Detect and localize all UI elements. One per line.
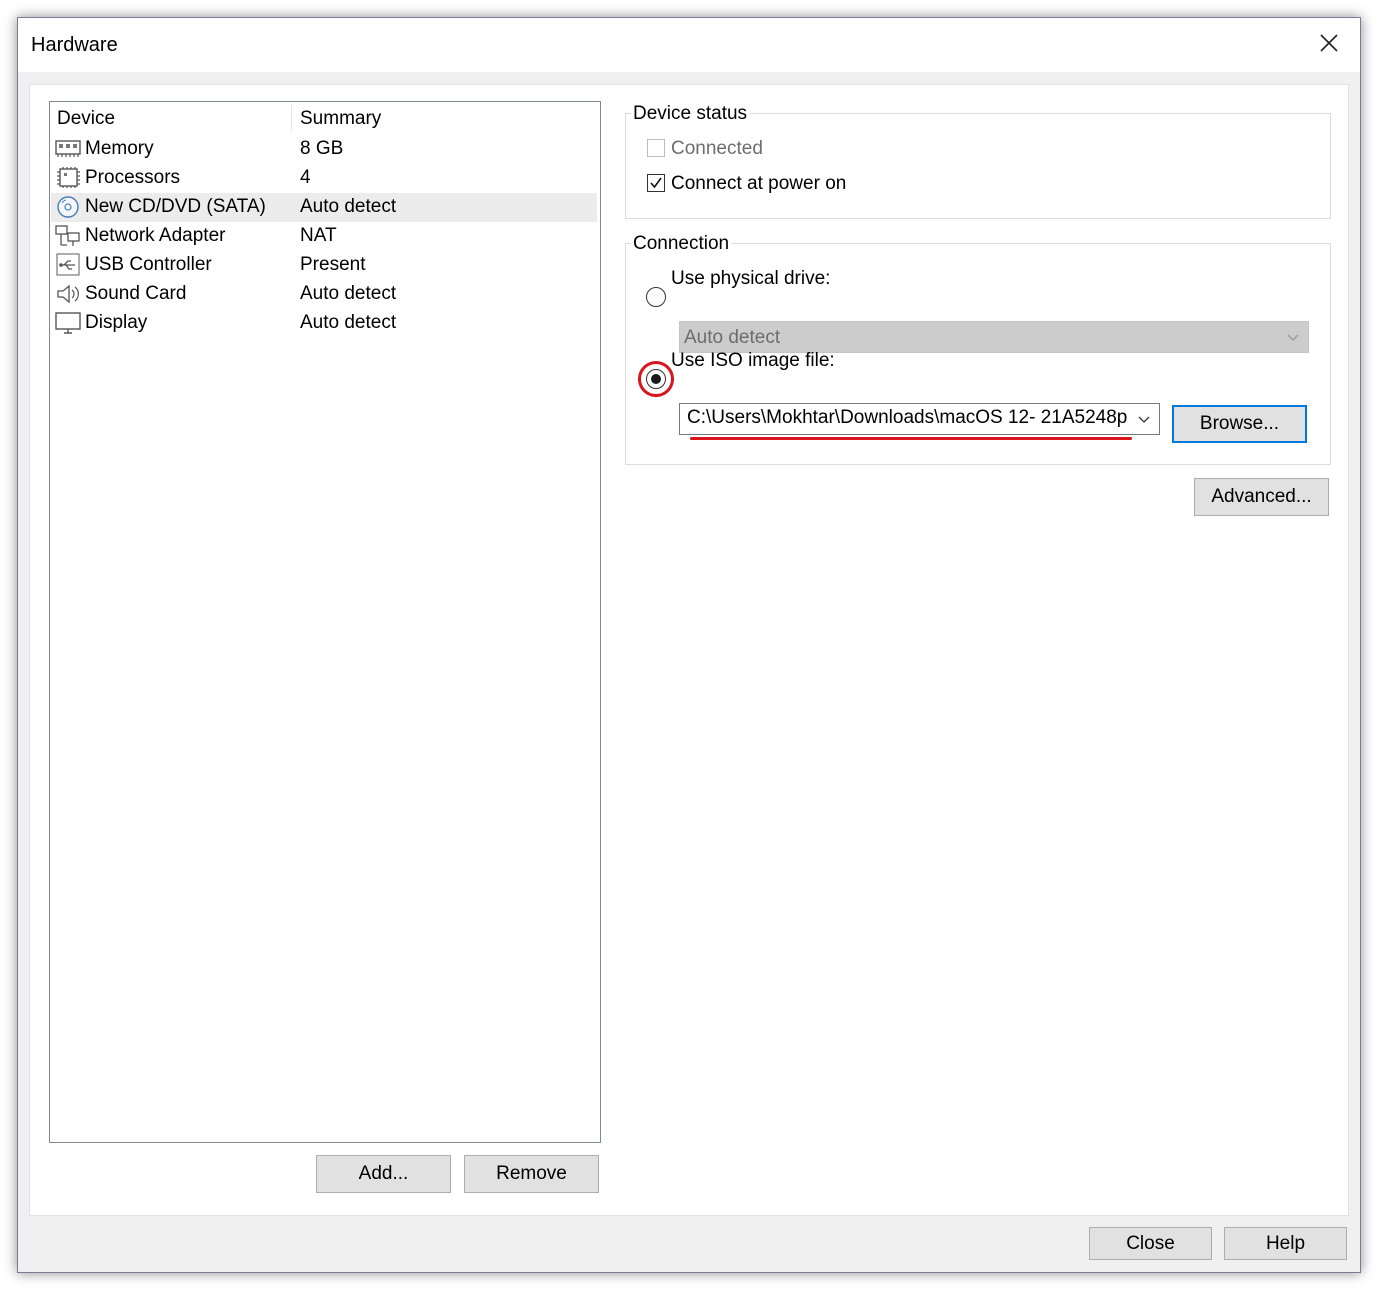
iso-path-value: C:\Users\Mokhtar\Downloads\macOS 12- 21A… — [687, 407, 1127, 428]
device-name: Processors — [85, 167, 181, 188]
device-name: New CD/DVD (SATA) — [85, 196, 266, 217]
help-button[interactable]: Help — [1224, 1227, 1347, 1260]
device-summary: 8 GB — [300, 138, 344, 159]
use-physical-drive-radio[interactable] — [646, 287, 666, 307]
device-row-sound-card[interactable]: Sound Card Auto detect — [51, 280, 597, 309]
device-list[interactable]: Device Summary Memory 8 GB Processors 4 — [49, 101, 601, 1143]
annotation-underline — [690, 437, 1132, 440]
network-adapter-icon — [55, 224, 81, 248]
cd-dvd-icon — [55, 195, 81, 219]
use-iso-image-label: Use ISO image file: — [671, 350, 835, 371]
device-summary: Auto detect — [300, 196, 397, 217]
device-summary: Present — [300, 254, 366, 275]
speaker-icon — [55, 282, 81, 306]
chevron-down-icon — [1287, 334, 1299, 341]
connected-checkbox[interactable] — [647, 139, 665, 157]
device-status-label: Device status — [631, 103, 750, 125]
close-icon[interactable] — [1316, 30, 1342, 56]
memory-icon — [55, 137, 81, 161]
device-summary: NAT — [300, 225, 337, 246]
device-status-group — [625, 113, 1331, 219]
column-separator[interactable] — [291, 105, 292, 131]
column-header-device[interactable]: Device — [57, 108, 115, 130]
use-physical-drive-label: Use physical drive: — [671, 268, 831, 289]
chevron-down-icon[interactable] — [1137, 415, 1151, 425]
connection-label: Connection — [631, 233, 732, 255]
device-row-cd-dvd[interactable]: New CD/DVD (SATA) Auto detect — [51, 193, 597, 222]
device-summary: Auto detect — [300, 312, 397, 333]
device-list-header: Device Summary — [50, 102, 600, 136]
device-name: Display — [85, 312, 148, 333]
device-name: Network Adapter — [85, 225, 226, 246]
browse-button[interactable]: Browse... — [1172, 405, 1307, 443]
advanced-button[interactable]: Advanced... — [1194, 478, 1329, 516]
annotation-circle — [638, 361, 674, 397]
device-row-memory[interactable]: Memory 8 GB — [51, 135, 597, 164]
iso-path-combobox[interactable]: C:\Users\Mokhtar\Downloads\macOS 12- 21A… — [679, 403, 1160, 435]
device-summary: Auto detect — [300, 283, 397, 304]
device-name: Sound Card — [85, 283, 187, 304]
connected-label: Connected — [671, 138, 763, 159]
physical-drive-select[interactable]: Auto detect — [679, 321, 1309, 353]
device-name: Memory — [85, 138, 154, 159]
remove-device-button[interactable]: Remove — [464, 1155, 599, 1193]
checkmark-icon — [650, 177, 662, 189]
physical-drive-value: Auto detect — [684, 327, 781, 348]
connect-at-power-on-checkbox[interactable] — [647, 174, 665, 192]
connect-at-power-on-label: Connect at power on — [671, 173, 847, 194]
device-row-usb-controller[interactable]: USB Controller Present — [51, 251, 597, 280]
column-header-summary[interactable]: Summary — [300, 108, 381, 130]
device-row-processors[interactable]: Processors 4 — [51, 164, 597, 193]
device-row-display[interactable]: Display Auto detect — [51, 309, 597, 338]
dialog-content: Device Summary Memory 8 GB Processors 4 — [29, 84, 1349, 1216]
device-row-network-adapter[interactable]: Network Adapter NAT — [51, 222, 597, 251]
close-button[interactable]: Close — [1089, 1227, 1212, 1260]
hardware-dialog: Hardware Device Summary Memory 8 GB Proc… — [17, 17, 1361, 1273]
usb-icon — [55, 253, 81, 277]
device-name: USB Controller — [85, 254, 212, 275]
window-title: Hardware — [31, 34, 118, 56]
add-device-button[interactable]: Add... — [316, 1155, 451, 1193]
device-summary: 4 — [300, 167, 311, 188]
monitor-icon — [55, 311, 81, 335]
processor-icon — [55, 166, 81, 190]
title-bar: Hardware — [18, 18, 1360, 72]
